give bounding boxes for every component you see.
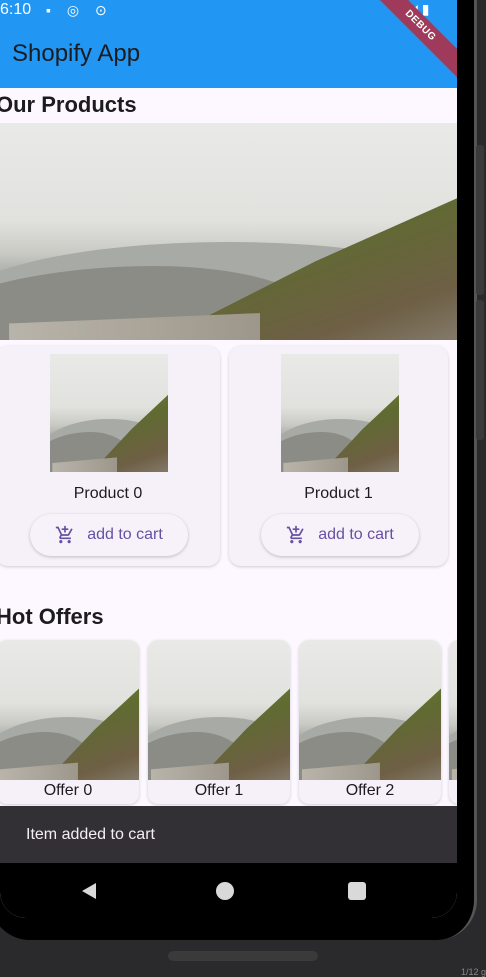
power-button xyxy=(476,300,484,440)
offer-image xyxy=(0,640,139,780)
offer-label: Offer 1 xyxy=(194,782,244,799)
offer-card[interactable] xyxy=(449,640,457,804)
app-bar: Shopify App xyxy=(0,24,457,88)
offer-image xyxy=(449,640,457,780)
product-image xyxy=(281,354,399,472)
offer-card[interactable]: Offer 2 xyxy=(299,640,441,804)
hero-image xyxy=(0,123,457,340)
add-to-cart-label: add to cart xyxy=(87,526,163,543)
offer-card[interactable]: Offer 1 xyxy=(148,640,290,804)
notification-icons: ▪ ◎ ⊙ xyxy=(46,2,113,18)
add-to-cart-label: add to cart xyxy=(318,526,394,543)
add-to-cart-button[interactable]: add to cart xyxy=(261,514,419,556)
add-shopping-cart-icon xyxy=(55,525,75,545)
offer-label: Offer 2 xyxy=(345,782,395,799)
app-title: Shopify App xyxy=(12,40,141,67)
home-indicator xyxy=(168,951,318,961)
offer-card[interactable]: Offer 0 xyxy=(0,640,139,804)
add-shopping-cart-icon xyxy=(286,525,306,545)
product-card[interactable]: Product 0 add to cart xyxy=(0,346,220,566)
offer-image xyxy=(299,640,441,780)
product-name: Product 1 xyxy=(304,485,373,502)
offer-label: Offer 0 xyxy=(43,782,93,799)
section-title-products: Our Products xyxy=(0,92,137,117)
offer-image xyxy=(148,640,290,780)
snackbar: Item added to cart xyxy=(0,806,457,863)
product-image xyxy=(50,354,168,472)
recents-icon[interactable] xyxy=(348,882,366,900)
app-screen: 6:10 ▪ ◎ ⊙ ▾◢▮ Shopify App DEBUG Our Pro… xyxy=(0,0,457,918)
snackbar-message: Item added to cart xyxy=(26,826,155,843)
corner-text: 1/12 g xyxy=(460,967,486,977)
status-time: 6:10 xyxy=(0,1,32,18)
back-icon[interactable] xyxy=(82,883,96,899)
add-to-cart-button[interactable]: add to cart xyxy=(30,514,188,556)
section-title-offers: Hot Offers xyxy=(0,604,104,629)
product-name: Product 0 xyxy=(73,485,143,502)
volume-button xyxy=(476,145,484,295)
product-card[interactable]: Product 1 add to cart xyxy=(229,346,448,566)
home-icon[interactable] xyxy=(216,882,234,900)
system-nav-bar xyxy=(0,863,457,918)
